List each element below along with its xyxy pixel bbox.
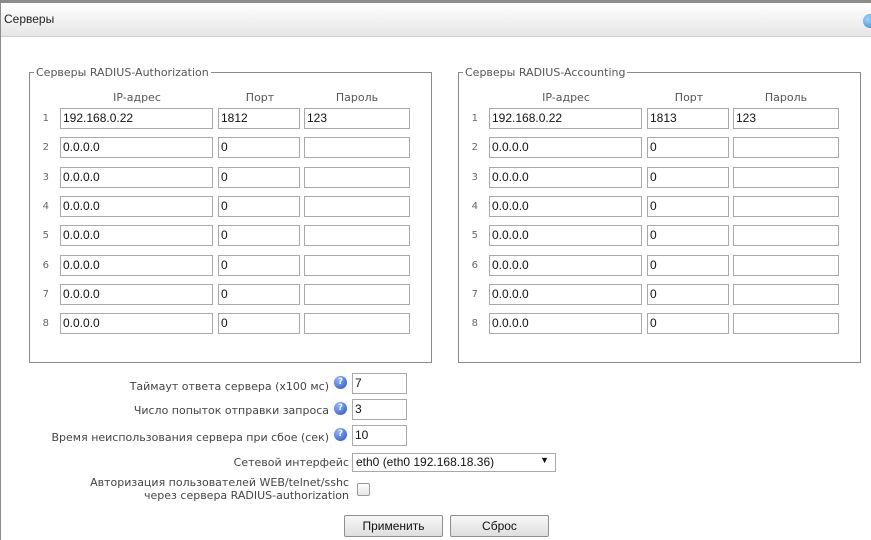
acct-password-input[interactable]: 123 bbox=[733, 108, 839, 129]
info-icon[interactable] bbox=[863, 14, 871, 28]
acct-password-input[interactable] bbox=[733, 137, 839, 158]
reset-button[interactable]: Сброс bbox=[450, 515, 549, 537]
auth-ip-input[interactable]: 0.0.0.0 bbox=[60, 255, 213, 276]
acct-password-input[interactable] bbox=[733, 284, 839, 305]
deadtime-input[interactable]: 10 bbox=[352, 425, 407, 446]
acct-port-input[interactable]: 0 bbox=[647, 255, 729, 276]
deadtime-label: Время неиспользования сервера при сбое (… bbox=[51, 431, 329, 444]
auth-ip-input[interactable]: 192.168.0.22 bbox=[60, 108, 213, 129]
acct-header-password: Пароль bbox=[764, 91, 808, 104]
auth-password-input[interactable]: 123 bbox=[304, 108, 410, 129]
auth-password-input[interactable] bbox=[304, 225, 410, 246]
auth-users-label-line2: через сервера RADIUS-authorization bbox=[144, 489, 349, 502]
acct-password-input[interactable] bbox=[733, 255, 839, 276]
auth-row-number: 5 bbox=[42, 230, 49, 241]
acct-ip-input[interactable]: 192.168.0.22 bbox=[489, 108, 642, 129]
auth-port-input[interactable]: 0 bbox=[218, 225, 300, 246]
retries-label: Число попыток отправки запроса bbox=[133, 404, 329, 417]
auth-port-input[interactable]: 0 bbox=[218, 255, 300, 276]
iface-select[interactable]: eth0 (eth0 192.168.18.36) ▼ bbox=[352, 453, 556, 472]
acct-row-number: 3 bbox=[471, 172, 478, 183]
acct-password-input[interactable] bbox=[733, 225, 839, 246]
acct-row-number: 5 bbox=[471, 230, 478, 241]
auth-servers-legend: Серверы RADIUS-Authorization bbox=[36, 66, 209, 79]
acct-row-number: 6 bbox=[471, 260, 478, 271]
auth-port-input[interactable]: 0 bbox=[218, 284, 300, 305]
acct-ip-input[interactable]: 0.0.0.0 bbox=[489, 167, 642, 188]
auth-password-input[interactable] bbox=[304, 313, 410, 334]
auth-row-number: 6 bbox=[42, 260, 49, 271]
acct-port-input[interactable]: 0 bbox=[647, 284, 729, 305]
panel-header: Серверы bbox=[1, 3, 871, 37]
auth-header-password: Пароль bbox=[335, 91, 379, 104]
auth-ip-input[interactable]: 0.0.0.0 bbox=[60, 284, 213, 305]
auth-ip-input[interactable]: 0.0.0.0 bbox=[60, 196, 213, 217]
help-icon[interactable]: ? bbox=[334, 402, 347, 415]
auth-header-ip: IP-адрес bbox=[113, 91, 161, 104]
auth-ip-input[interactable]: 0.0.0.0 bbox=[60, 225, 213, 246]
auth-row-number: 4 bbox=[42, 201, 49, 212]
acct-port-input[interactable]: 0 bbox=[647, 225, 729, 246]
auth-row-number: 7 bbox=[42, 289, 49, 300]
acct-password-input[interactable] bbox=[733, 313, 839, 334]
auth-password-input[interactable] bbox=[304, 196, 410, 217]
auth-row-number: 3 bbox=[42, 172, 49, 183]
acct-port-input[interactable]: 0 bbox=[647, 167, 729, 188]
acct-row-number: 4 bbox=[471, 201, 478, 212]
help-icon[interactable]: ? bbox=[334, 376, 347, 389]
panel-title: Серверы bbox=[4, 12, 55, 26]
auth-port-input[interactable]: 0 bbox=[218, 167, 300, 188]
auth-header-port: Порт bbox=[245, 91, 275, 104]
timeout-input[interactable]: 7 bbox=[352, 373, 407, 394]
acct-ip-input[interactable]: 0.0.0.0 bbox=[489, 225, 642, 246]
acct-port-input[interactable]: 1813 bbox=[647, 108, 729, 129]
acct-ip-input[interactable]: 0.0.0.0 bbox=[489, 196, 642, 217]
acct-port-input[interactable]: 0 bbox=[647, 196, 729, 217]
auth-port-input[interactable]: 0 bbox=[218, 196, 300, 217]
acct-row-number: 8 bbox=[471, 318, 478, 329]
acct-header-port: Порт bbox=[674, 91, 704, 104]
acct-port-input[interactable]: 0 bbox=[647, 137, 729, 158]
acct-row-number: 1 bbox=[471, 113, 478, 124]
iface-label: Сетевой интерфейс bbox=[233, 456, 349, 469]
auth-password-input[interactable] bbox=[304, 284, 410, 305]
auth-users-label-line1: Авторизация пользователей WEB/telnet/ssh… bbox=[90, 476, 349, 489]
chevron-down-icon: ▼ bbox=[540, 455, 549, 465]
auth-port-input[interactable]: 1812 bbox=[218, 108, 300, 129]
auth-password-input[interactable] bbox=[304, 167, 410, 188]
auth-row-number: 8 bbox=[42, 318, 49, 329]
help-icon[interactable]: ? bbox=[334, 428, 347, 441]
acct-row-number: 7 bbox=[471, 289, 478, 300]
acct-password-input[interactable] bbox=[733, 167, 839, 188]
auth-password-input[interactable] bbox=[304, 137, 410, 158]
auth-ip-input[interactable]: 0.0.0.0 bbox=[60, 313, 213, 334]
auth-row-number: 2 bbox=[42, 142, 49, 153]
auth-password-input[interactable] bbox=[304, 255, 410, 276]
acct-ip-input[interactable]: 0.0.0.0 bbox=[489, 313, 642, 334]
auth-port-input[interactable]: 0 bbox=[218, 313, 300, 334]
acct-ip-input[interactable]: 0.0.0.0 bbox=[489, 255, 642, 276]
retries-input[interactable]: 3 bbox=[352, 399, 407, 420]
acct-ip-input[interactable]: 0.0.0.0 bbox=[489, 284, 642, 305]
auth-port-input[interactable]: 0 bbox=[218, 137, 300, 158]
auth-ip-input[interactable]: 0.0.0.0 bbox=[60, 167, 213, 188]
acct-header-ip: IP-адрес bbox=[542, 91, 590, 104]
acct-servers-legend: Серверы RADIUS-Accounting bbox=[465, 66, 626, 79]
auth-row-number: 1 bbox=[42, 113, 49, 124]
acct-password-input[interactable] bbox=[733, 196, 839, 217]
acct-ip-input[interactable]: 0.0.0.0 bbox=[489, 137, 642, 158]
timeout-label: Таймаут ответа сервера (x100 мс) bbox=[129, 380, 329, 393]
acct-row-number: 2 bbox=[471, 142, 478, 153]
auth-ip-input[interactable]: 0.0.0.0 bbox=[60, 137, 213, 158]
apply-button[interactable]: Применить bbox=[344, 515, 443, 537]
auth-users-checkbox[interactable] bbox=[357, 483, 370, 496]
acct-port-input[interactable]: 0 bbox=[647, 313, 729, 334]
iface-select-value: eth0 (eth0 192.168.18.36) bbox=[356, 455, 495, 469]
